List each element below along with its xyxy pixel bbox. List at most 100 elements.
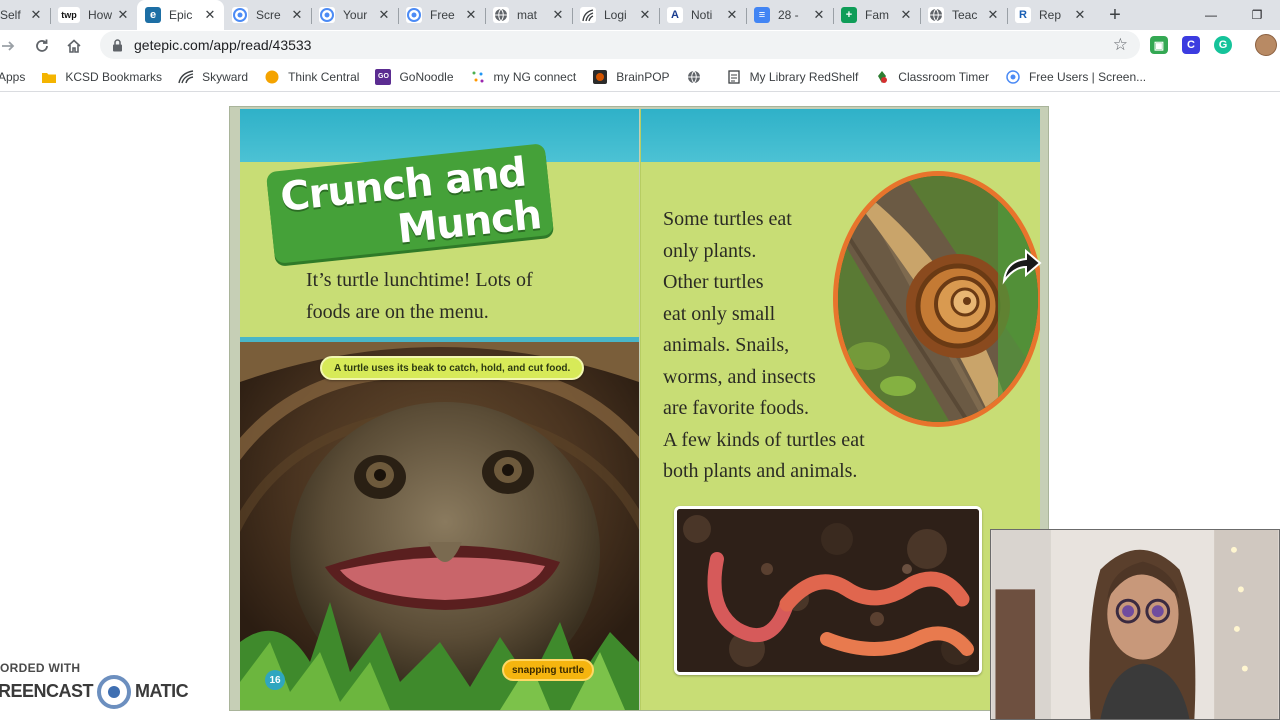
lock-icon: [110, 38, 124, 52]
screencast-icon: [232, 7, 248, 23]
bookmark-item[interactable]: Think Central: [264, 69, 359, 85]
page-icon: [726, 69, 742, 85]
screen: Self ✕ twp How ✕ e Epic ✕ Scre ✕ Your ✕ Free ✕ mat ✕ Log…: [0, 0, 1280, 720]
letter-a-icon: A: [667, 7, 683, 23]
close-tab-icon[interactable]: ✕: [724, 7, 740, 23]
address-bar[interactable]: getepic.com/app/read/43533 ☆: [100, 31, 1140, 59]
curved-arrow-cursor-icon: [1002, 248, 1042, 285]
bookmark-label: Free Users | Screen...: [1028, 69, 1147, 84]
bookmark-item[interactable]: My Library RedShelf: [726, 69, 859, 85]
tab-title: How: [88, 8, 113, 22]
browser-tab[interactable]: + Fam ✕: [833, 0, 920, 30]
close-tab-icon[interactable]: ✕: [202, 7, 218, 23]
close-tab-icon[interactable]: ✕: [550, 7, 566, 23]
bookmark-item[interactable]: KCSD Bookmarks: [41, 69, 162, 85]
bookmark-label: my NG connect: [493, 69, 577, 84]
folder-icon: [41, 69, 57, 85]
right-body-text: Some turtles eat only plants. Other turt…: [663, 204, 865, 488]
browser-tab[interactable]: Free ✕: [398, 0, 485, 30]
close-tab-icon[interactable]: ✕: [637, 7, 653, 23]
browser-tab[interactable]: Self ✕: [0, 0, 50, 30]
back-button[interactable]: [0, 30, 24, 62]
c-extension-icon[interactable]: C: [1182, 36, 1200, 54]
close-tab-icon[interactable]: ✕: [898, 7, 914, 23]
text-line: foods are on the menu.: [306, 300, 489, 323]
timer-icon: [874, 69, 890, 85]
close-tab-icon[interactable]: ✕: [463, 7, 479, 23]
home-button[interactable]: [58, 30, 90, 62]
bookmark-star-icon[interactable]: ☆: [1113, 35, 1128, 55]
reload-button[interactable]: [26, 30, 58, 62]
skyward-icon: [580, 7, 596, 23]
bookmark-item[interactable]: Free Users | Screen...: [1005, 69, 1146, 85]
browser-tab[interactable]: A Noti ✕: [659, 0, 746, 30]
book-spread: Crunch and Munch It’s turtle lunchtime! …: [229, 106, 1049, 711]
dots-icon: [470, 69, 486, 85]
browser-tab[interactable]: Logi ✕: [572, 0, 659, 30]
browser-tab[interactable]: Teac ✕: [920, 0, 1007, 30]
bookmark-item[interactable]: Apps: [0, 70, 25, 84]
tab-title: Teac: [952, 8, 978, 22]
url-text: getepic.com/app/read/43533: [134, 37, 312, 53]
browser-tab[interactable]: twp How ✕: [50, 0, 137, 30]
earthworm-illustration: [677, 509, 979, 672]
tab-title: Logi: [604, 8, 627, 22]
letter-r-icon: R: [1015, 7, 1031, 23]
photo-label: snapping turtle: [502, 659, 595, 681]
globe-icon: [686, 69, 702, 85]
grammarly-icon[interactable]: G: [1214, 36, 1232, 54]
bookmark-label: BrainPOP: [616, 69, 670, 84]
close-tab-icon[interactable]: ✕: [289, 7, 305, 23]
close-tab-icon[interactable]: ✕: [115, 7, 131, 23]
text-line: Some turtles eat: [663, 208, 792, 230]
globe-icon: [493, 7, 509, 23]
browser-tab[interactable]: R Rep ✕: [1007, 0, 1094, 30]
browser-tab[interactable]: Scre ✕: [224, 0, 311, 30]
bookmark-item[interactable]: [686, 69, 710, 85]
close-tab-icon[interactable]: ✕: [985, 7, 1001, 23]
tab-title: Noti: [691, 8, 713, 22]
minimize-button[interactable]: —: [1188, 0, 1234, 30]
restore-button[interactable]: ❐: [1234, 0, 1280, 30]
earthworms-photo: [674, 506, 982, 675]
bookmark-item[interactable]: my NG connect: [470, 69, 577, 85]
text-line: A few kinds of turtles eat: [663, 428, 865, 451]
screencast-icon: [319, 7, 335, 23]
bookmark-item[interactable]: BrainPOP: [592, 69, 670, 85]
bookmark-item[interactable]: Skyward: [178, 69, 248, 85]
bookmark-label: My Library RedShelf: [749, 69, 859, 84]
tab-title: Free: [430, 8, 455, 22]
bookmark-item[interactable]: GO GoNoodle: [375, 68, 454, 85]
docs-icon: ≡: [754, 7, 770, 23]
bookmark-item[interactable]: Classroom Timer: [874, 69, 989, 85]
bookmark-label: KCSD Bookmarks: [65, 69, 163, 84]
tab-title: Scre: [256, 8, 281, 22]
photo-caption: A turtle uses its beak to catch, hold, a…: [320, 356, 585, 380]
browser-tab[interactable]: mat ✕: [485, 0, 572, 30]
twp-icon: twp: [58, 7, 80, 23]
left-body-text: It’s turtle lunchtime! Lots of foods are…: [306, 265, 533, 328]
bookmarks-bar: Apps KCSD Bookmarks Skyward Think Central GO…: [0, 62, 1280, 92]
text-line: worms, and insects: [663, 365, 816, 388]
close-tab-icon[interactable]: ✕: [28, 7, 44, 23]
snapping-turtle-photo: [240, 342, 639, 710]
tab-strip: Self ✕ twp How ✕ e Epic ✕ Scre ✕ Your ✕ Free ✕ mat ✕ Log…: [0, 0, 1280, 30]
close-tab-icon[interactable]: ✕: [376, 7, 392, 23]
browser-tab[interactable]: ≡ 28 - ✕: [746, 0, 833, 30]
bookmark-label: Skyward: [202, 69, 249, 84]
snail-photo: [833, 171, 1040, 427]
arrow-right-icon: [2, 41, 15, 51]
tab-title: Self: [0, 8, 21, 22]
page-number: 16: [265, 670, 285, 690]
browser-tab[interactable]: e Epic ✕: [137, 0, 224, 30]
browser-tab[interactable]: Your ✕: [311, 0, 398, 30]
new-tab-button[interactable]: +: [1100, 0, 1130, 30]
green-extension-icon[interactable]: ▣: [1150, 36, 1168, 54]
bookmark-label: Apps: [0, 69, 26, 84]
browser-toolbar: getepic.com/app/read/43533 ☆ ▣ C G: [0, 30, 1280, 62]
tab-title: Fam: [865, 8, 889, 22]
close-tab-icon[interactable]: ✕: [811, 7, 827, 23]
watermark-left-text: REENCAST: [0, 681, 94, 701]
close-tab-icon[interactable]: ✕: [1072, 7, 1088, 23]
profile-avatar[interactable]: [1255, 34, 1277, 56]
